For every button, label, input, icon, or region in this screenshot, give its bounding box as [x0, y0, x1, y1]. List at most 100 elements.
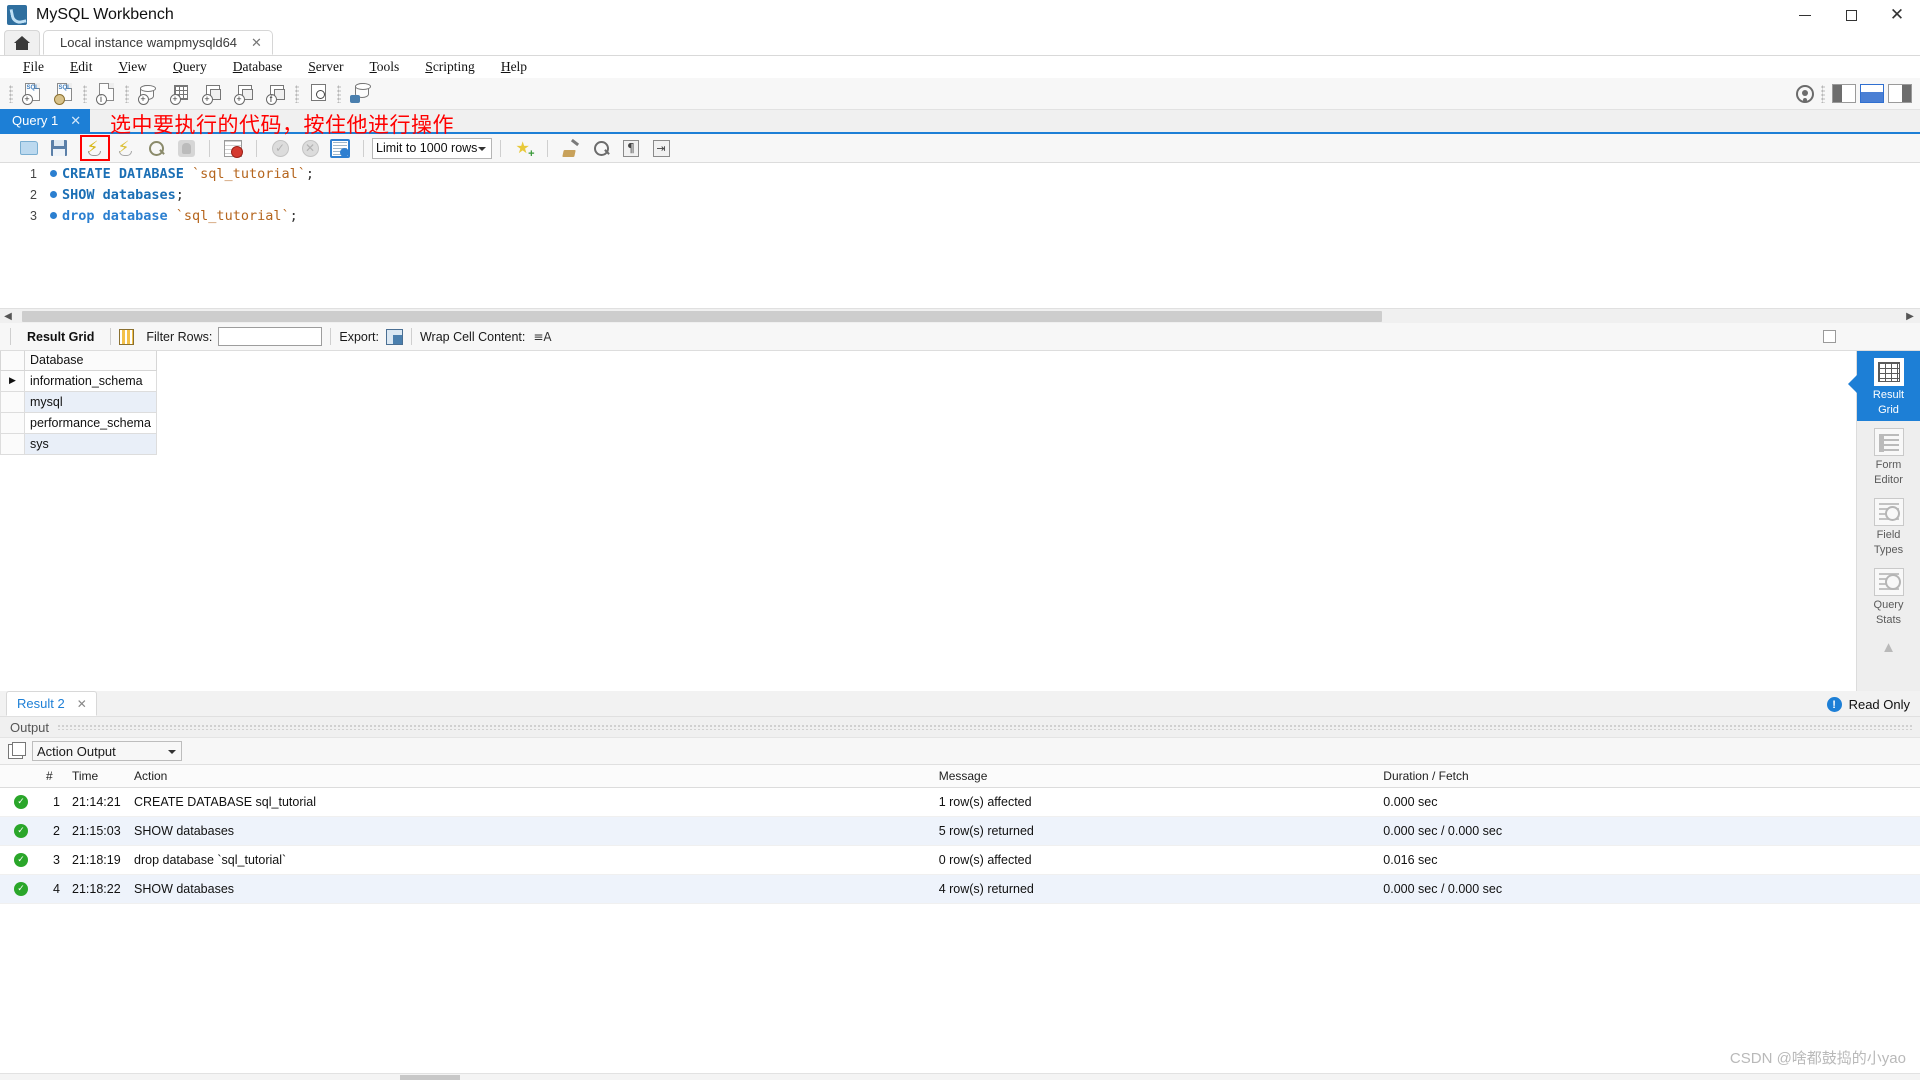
- limit-rows-select[interactable]: Limit to 1000 rows: [372, 137, 492, 159]
- grid-stripes-icon[interactable]: [119, 328, 135, 345]
- save-file-icon[interactable]: [45, 136, 73, 161]
- execute-icon[interactable]: [80, 135, 110, 161]
- scroll-left-icon[interactable]: ◀: [0, 311, 16, 322]
- toggle-wrapping-icon[interactable]: ⇥: [647, 136, 675, 161]
- close-icon[interactable]: ✕: [70, 113, 81, 129]
- menu-file[interactable]: FFileile: [10, 56, 57, 78]
- info-icon: !: [1826, 697, 1842, 712]
- menu-tools[interactable]: Tools: [356, 56, 412, 78]
- new-table-icon[interactable]: +: [166, 81, 194, 107]
- main-toolbar: SQL + SQL i + + + + f: [0, 78, 1920, 110]
- menu-view[interactable]: View: [106, 56, 160, 78]
- maximize-result-panel-button[interactable]: [1823, 330, 1836, 343]
- export-label: Export:: [339, 329, 379, 344]
- code-line[interactable]: 3 drop database `sql_tutorial`;: [0, 205, 1920, 226]
- scrollbar-thumb[interactable]: [400, 1075, 460, 1080]
- sidebar-item-form-editor[interactable]: Form Editor: [1857, 421, 1920, 491]
- output-view-select[interactable]: Action Output: [32, 741, 182, 761]
- tab-result-2[interactable]: Result 2 ✕: [6, 691, 97, 716]
- sidebar-label-line1: Form: [1875, 459, 1902, 471]
- menu-edit[interactable]: Edit: [57, 56, 106, 78]
- toggle-autocommit-icon[interactable]: [326, 136, 354, 161]
- new-view-icon[interactable]: +: [198, 81, 226, 107]
- table-row[interactable]: performance_schema: [0, 412, 157, 434]
- close-button[interactable]: ✕: [1874, 0, 1920, 30]
- result-grid-label: Result Grid: [27, 329, 95, 344]
- table-row[interactable]: sys: [0, 433, 157, 455]
- filter-rows-input[interactable]: [218, 327, 323, 346]
- cell-database[interactable]: mysql: [24, 391, 157, 413]
- new-schema-icon[interactable]: +: [134, 81, 162, 107]
- menu-scripting[interactable]: Scripting: [412, 56, 488, 78]
- editor-horizontal-scrollbar[interactable]: ◀ ▶: [0, 308, 1920, 323]
- sidebar-item-query-stats[interactable]: Query Stats: [1857, 561, 1920, 631]
- new-procedure-icon[interactable]: +: [230, 81, 258, 107]
- table-row[interactable]: ✓ 3 21:18:19 drop database `sql_tutorial…: [0, 845, 1920, 875]
- commit-icon[interactable]: ✓: [266, 136, 294, 161]
- connection-info-icon[interactable]: i: [92, 81, 120, 107]
- menu-server[interactable]: Server: [295, 56, 356, 78]
- close-icon[interactable]: ✕: [77, 697, 87, 711]
- code-line[interactable]: 2 SHOW databases;: [0, 184, 1920, 205]
- menu-query[interactable]: Query: [160, 56, 220, 78]
- open-sql-script-icon[interactable]: SQL: [50, 81, 78, 107]
- wrap-text-icon[interactable]: ≡A: [533, 330, 551, 344]
- limit-rows-label: Limit to 1000 rows: [376, 141, 478, 155]
- find-icon[interactable]: [587, 136, 615, 161]
- sidebar-item-field-types[interactable]: Field Types: [1857, 491, 1920, 561]
- account-icon[interactable]: [1796, 84, 1814, 103]
- add-snippet-icon[interactable]: [510, 136, 538, 161]
- sidebar-item-result-grid[interactable]: Result Grid: [1847, 351, 1920, 421]
- reconnect-icon[interactable]: [346, 81, 374, 107]
- statement-marker-icon: [44, 212, 62, 219]
- explain-icon[interactable]: [142, 136, 170, 161]
- code-line[interactable]: 1 CREATE DATABASE `sql_tutorial`;: [0, 163, 1920, 184]
- table-row[interactable]: mysql: [0, 391, 157, 413]
- column-header-num: #: [40, 765, 66, 788]
- maximize-button[interactable]: [1828, 0, 1874, 30]
- row-selector[interactable]: [0, 391, 25, 413]
- execute-current-statement-icon[interactable]: [112, 136, 140, 161]
- cell-database[interactable]: sys: [24, 433, 157, 455]
- cell-duration: 0.000 sec / 0.000 sec: [1377, 874, 1920, 904]
- table-row[interactable]: ▶ information_schema: [0, 370, 157, 392]
- stop-execution-icon[interactable]: [172, 136, 200, 161]
- tab-local-instance[interactable]: Local instance wampmysqld64 ✕: [43, 30, 273, 55]
- secondary-sidebar-toggle-button[interactable]: [1888, 84, 1912, 103]
- tab-query-1[interactable]: Query 1 ✕: [0, 109, 91, 132]
- close-icon[interactable]: ✕: [251, 35, 262, 51]
- chevron-up-icon[interactable]: ▲: [1881, 631, 1896, 659]
- scroll-right-icon[interactable]: ▶: [1902, 311, 1918, 322]
- output-toggle-button[interactable]: [1860, 84, 1884, 103]
- cell-database[interactable]: information_schema: [24, 370, 157, 392]
- rollback-icon[interactable]: ✕: [296, 136, 324, 161]
- row-selector[interactable]: [0, 412, 25, 434]
- inspector-icon[interactable]: [304, 81, 332, 107]
- new-function-icon[interactable]: f: [262, 81, 290, 107]
- menu-help[interactable]: Help: [488, 56, 540, 78]
- toggle-stop-on-error-icon[interactable]: [219, 136, 247, 161]
- copy-icon[interactable]: [8, 741, 26, 759]
- sidebar-toggle-button[interactable]: [1832, 84, 1856, 103]
- table-row[interactable]: ✓ 2 21:15:03 SHOW databases 5 row(s) ret…: [0, 816, 1920, 846]
- result-view-sidebar: Result Grid Form Editor Field Types Quer…: [1847, 351, 1920, 691]
- scrollbar-thumb[interactable]: [22, 310, 1382, 322]
- minimize-button[interactable]: [1782, 0, 1828, 30]
- beautify-sql-icon[interactable]: [557, 136, 585, 161]
- toggle-invisible-chars-icon[interactable]: ¶: [617, 136, 645, 161]
- sql-editor-toolbar: ✓ ✕ Limit to 1000 rows ¶ ⇥: [0, 134, 1920, 163]
- table-row[interactable]: ✓ 4 21:18:22 SHOW databases 4 row(s) ret…: [0, 874, 1920, 904]
- column-header-database[interactable]: Database: [24, 351, 157, 371]
- cell-action: SHOW databases: [128, 816, 933, 846]
- row-selector[interactable]: ▶: [0, 370, 25, 392]
- open-file-icon[interactable]: [15, 136, 43, 161]
- home-tab[interactable]: [4, 30, 40, 55]
- close-icon: ✕: [1889, 4, 1905, 25]
- table-row[interactable]: ✓ 1 21:14:21 CREATE DATABASE sql_tutoria…: [0, 787, 1920, 817]
- export-icon[interactable]: [385, 328, 403, 345]
- new-sql-tab-icon[interactable]: SQL +: [18, 81, 46, 107]
- sql-code-editor[interactable]: 1 CREATE DATABASE `sql_tutorial`; 2 SHOW…: [0, 163, 1920, 308]
- menu-database[interactable]: Database: [220, 56, 295, 78]
- cell-database[interactable]: performance_schema: [24, 412, 157, 434]
- row-selector[interactable]: [0, 433, 25, 455]
